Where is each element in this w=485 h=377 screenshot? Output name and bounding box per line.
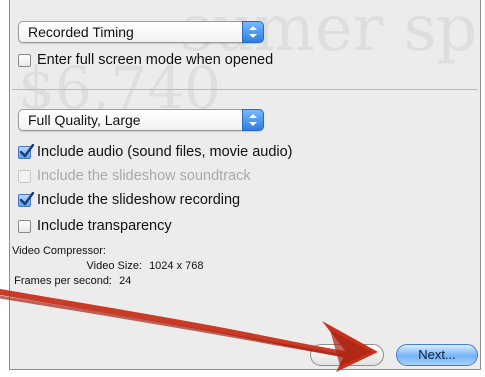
quality-popup[interactable]: Full Quality, Large	[18, 109, 264, 131]
include-soundtrack-label: Include the slideshow soundtrack	[37, 168, 251, 184]
include-audio-label: Include audio (sound files, movie audio)	[37, 144, 293, 160]
option-include-transparency[interactable]: Include transparency	[18, 216, 172, 236]
fullscreen-checkbox[interactable]	[18, 53, 31, 67]
info-frames-per-second: Frames per second: 24	[12, 275, 131, 287]
include-soundtrack-checkbox	[18, 169, 31, 183]
popup-arrows-icon	[242, 109, 264, 131]
fullscreen-label: Enter full screen mode when opened	[37, 52, 274, 68]
cancel-button[interactable]	[310, 344, 384, 366]
fullscreen-checkbox-row[interactable]: Enter full screen mode when opened	[18, 50, 273, 70]
timing-popup[interactable]: Recorded Timing	[18, 21, 264, 43]
include-transparency-label: Include transparency	[37, 218, 172, 234]
option-include-audio[interactable]: Include audio (sound files, movie audio)	[18, 142, 293, 162]
option-include-recording[interactable]: Include the slideshow recording	[18, 190, 240, 210]
export-options-panel: sumer spent. $6,740 Recorded Timing Ente…	[9, 0, 481, 370]
fps-label: Frames per second:	[14, 275, 112, 287]
video-compressor-label: Video Compressor:	[12, 245, 106, 257]
include-recording-label: Include the slideshow recording	[37, 192, 241, 208]
info-video-size: Video Size: 1024 x 768	[12, 260, 204, 272]
quality-popup-value: Full Quality, Large	[28, 112, 141, 128]
info-video-compressor: Video Compressor:	[12, 245, 110, 257]
video-size-label: Video Size:	[86, 260, 142, 272]
section-divider	[12, 89, 478, 90]
timing-popup-value: Recorded Timing	[28, 24, 134, 40]
popup-arrows-icon	[242, 21, 264, 43]
next-button[interactable]: Next...	[396, 344, 478, 366]
fps-value: 24	[119, 275, 132, 287]
option-include-soundtrack: Include the slideshow soundtrack	[18, 166, 251, 186]
include-audio-checkbox[interactable]	[18, 143, 34, 159]
next-button-label: Next...	[418, 347, 456, 362]
video-size-value: 1024 x 768	[149, 260, 204, 272]
include-transparency-checkbox[interactable]	[18, 219, 31, 233]
include-recording-checkbox[interactable]	[18, 191, 34, 207]
